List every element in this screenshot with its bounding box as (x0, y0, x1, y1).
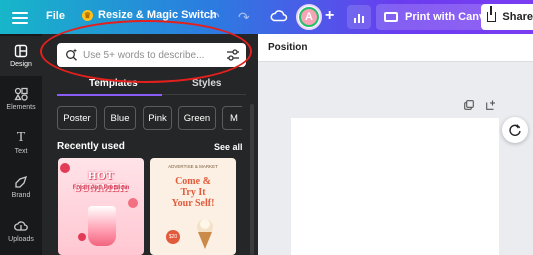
file-menu[interactable]: File (46, 10, 65, 22)
thumbnail-kicker: ADVERTISE & MARKET (168, 164, 218, 169)
resize-label: Resize & Magic Switch (98, 9, 217, 21)
elements-icon (14, 87, 28, 101)
template-thumbnail[interactable]: ADVERTISE & MARKET Come & Try It Your Se… (150, 158, 236, 255)
crown-icon: ♛ (82, 9, 93, 21)
strawberry-icon (78, 233, 86, 241)
chip-green[interactable]: Green (178, 106, 216, 130)
rail-label-text: Text (14, 148, 28, 155)
menu-icon[interactable] (12, 9, 28, 25)
chip-more[interactable]: M (222, 106, 242, 130)
filter-icon[interactable] (226, 48, 240, 62)
brand-icon (15, 175, 28, 188)
drink-illustration (88, 206, 116, 246)
chip-pink[interactable]: Pink (143, 106, 172, 130)
tab-styles[interactable]: Styles (192, 78, 221, 89)
magic-search-icon (66, 48, 77, 61)
resize-magic-switch-button[interactable]: ♛ Resize & Magic Switch (82, 9, 217, 21)
thumbnail-title-line: Your Self! (171, 198, 215, 209)
strawberry-icon (128, 198, 138, 208)
template-thumbnail[interactable]: HOT SUMMER Fresh And Premium (58, 158, 144, 255)
search-bar[interactable] (57, 43, 246, 67)
top-toolbar: File ♛ Resize & Magic Switch ↶ ↷ A + Pri… (0, 0, 533, 34)
tab-divider (162, 94, 246, 95)
design-panel: Templates Styles Poster Blue Pink Green … (42, 34, 258, 255)
recently-used-heading: Recently used (57, 141, 125, 152)
cloud-save-icon[interactable] (270, 8, 288, 24)
rail-item-elements[interactable]: Elements (0, 79, 42, 119)
panel-scrollbar[interactable] (250, 104, 254, 255)
print-label: Print with Canva (405, 11, 492, 23)
share-button[interactable]: Share (481, 4, 533, 30)
search-input[interactable] (83, 47, 223, 63)
chip-poster[interactable]: Poster (57, 106, 97, 130)
rail-item-design[interactable]: Design (0, 36, 42, 76)
magic-assistant-button[interactable] (502, 117, 528, 143)
see-all-link[interactable]: See all (214, 142, 243, 152)
share-icon (487, 6, 497, 22)
thumbnail-subtitle: Fresh And Premium (72, 185, 130, 191)
left-rail: Design Elements T Text Brand Uploads (0, 34, 42, 255)
design-icon (14, 44, 28, 58)
rail-label-design: Design (10, 61, 32, 68)
canvas-workspace: Position (258, 34, 533, 255)
panel-tabs: Templates Styles (57, 74, 246, 96)
rail-label-uploads: Uploads (8, 236, 34, 243)
strawberry-icon (60, 163, 70, 173)
magic-refresh-icon (509, 124, 521, 136)
design-page[interactable] (291, 118, 499, 255)
ice-cream-illustration (197, 219, 213, 249)
rail-item-uploads[interactable]: Uploads (0, 211, 42, 251)
avatar-initial: A (299, 7, 319, 27)
tab-templates[interactable]: Templates (89, 78, 138, 89)
rail-label-brand: Brand (11, 192, 31, 199)
truck-icon (384, 12, 398, 22)
redo-icon[interactable]: ↷ (238, 9, 250, 26)
context-toolbar: Position (258, 34, 533, 62)
insights-icon[interactable] (347, 5, 371, 29)
rail-label-elements: Elements (6, 104, 36, 111)
thumbnail-title: Come & Try It Your Self! (156, 176, 230, 209)
uploads-icon (14, 221, 28, 231)
position-button[interactable]: Position (268, 42, 307, 53)
filter-chips: Poster Blue Pink Green M (57, 106, 242, 130)
duplicate-page-icon[interactable] (464, 100, 474, 110)
chip-blue[interactable]: Blue (104, 106, 136, 130)
share-label: Share (502, 11, 533, 23)
rail-item-brand[interactable]: Brand (0, 167, 42, 207)
thumbnail-title-line: Come & (175, 176, 211, 187)
price-badge: $20 (166, 230, 180, 244)
active-tab-indicator (57, 94, 162, 96)
add-page-icon[interactable] (486, 100, 496, 110)
thumbnail-title-line: Try It (180, 187, 206, 198)
text-icon: T (16, 130, 26, 145)
add-collaborator-icon[interactable]: + (325, 7, 334, 25)
rail-item-text[interactable]: T Text (0, 123, 42, 163)
undo-icon[interactable]: ↶ (208, 9, 220, 26)
avatar[interactable]: A (296, 4, 322, 30)
